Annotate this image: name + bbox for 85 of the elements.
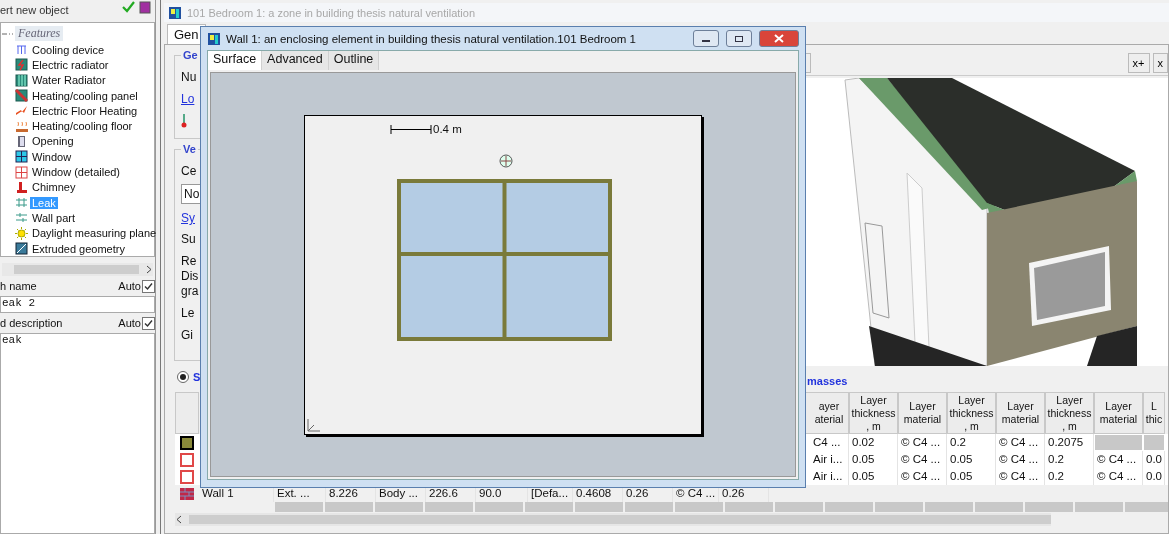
extrusion-icon [15,242,28,255]
tab[interactable]: Advanced [262,51,329,70]
tree-item[interactable]: Heating/cooling panel [30,89,140,102]
tree-item[interactable]: Water Radiator [30,74,108,87]
tab[interactable]: Surface [208,51,263,70]
tree-item[interactable]: Chimney [30,181,78,194]
toolbar-button[interactable]: x+ [1127,53,1150,73]
column-header[interactable]: Layer material [898,392,947,434]
cooling-unit-icon [15,43,28,57]
link[interactable]: masses [807,375,848,387]
tree-item[interactable]: Window (detailed) [30,166,123,178]
field-label: d description [0,317,63,330]
window-title: 101 Bedroom 1: a zone in building thesis natural ventilation [187,6,476,19]
group-title: Ve [182,143,197,155]
tree-item[interactable]: Heating/cooling floor [30,120,135,133]
tree-item[interactable]: Window [30,150,74,163]
tree-group-label[interactable]: Features [15,26,64,41]
radio-label: S [193,371,201,383]
scale-label: 0.4 m [433,123,462,135]
horizontal-scrollbar[interactable] [2,263,153,277]
tab[interactable]: Gen [167,24,206,44]
window-icon [15,165,28,179]
building-icon [207,31,221,46]
window-icon [15,150,28,164]
column-header[interactable]: Layer thickness , m [849,392,898,434]
object-icon [139,0,151,14]
dialog-title: Wall 1: an enclosing element in building thesis natural ventilation.101 Bedroom 1 [226,32,637,45]
tree-item[interactable]: Electric Floor Heating [30,104,140,117]
thermometer-icon [181,114,187,128]
tree-item[interactable]: Extruded geometry [30,242,127,255]
tree-item[interactable]: Daylight measuring plane [30,227,159,240]
leak-icon [15,196,28,210]
tree-item[interactable]: Wall part [30,211,77,224]
tree-item[interactable]: Electric radiator [30,58,111,71]
link[interactable]: Lo [181,92,195,106]
column-header[interactable]: Layer thickness , m [947,392,996,434]
auto-label: Auto [118,317,141,330]
radiator-icon [15,58,28,72]
group-title: Ge [182,49,199,61]
maximize-button[interactable] [726,30,752,47]
horizontal-scrollbar[interactable] [175,513,1051,526]
tab[interactable]: Outline [328,51,380,70]
maximize-icon [734,34,744,43]
form-label: Nu [181,70,197,85]
chevron-right-icon [145,265,153,275]
heat-waves-icon [15,119,28,133]
column-header[interactable]: Layer material [996,392,1045,434]
tree-item[interactable]: Opening [30,135,76,148]
building-icon [168,5,182,20]
wall-icon [180,487,194,500]
wall-part-icon [15,211,28,225]
radio-button[interactable] [177,371,189,383]
scale-bar-icon [390,125,432,134]
description-field[interactable]: eak [0,333,155,534]
tree-item[interactable]: Cooling device [30,43,107,56]
form-label: Le [181,306,195,321]
form-label: gra [181,284,199,299]
door-icon [15,134,28,148]
minimize-button[interactable] [693,30,719,47]
chimney-icon [15,180,28,194]
toolbar-button[interactable]: x [1152,53,1168,73]
form-label: Re [181,254,197,269]
column-header[interactable]: Layer thickness , m [1045,392,1094,434]
check-icon [121,0,135,14]
panel-icon [15,89,28,103]
name-field[interactable]: eak 2 [0,296,155,314]
form-label: Su [181,232,196,247]
form-label: Dis [181,269,199,284]
sun-icon [15,226,28,240]
form-label: Gi [181,328,193,343]
panel-title: ert new object [0,4,70,16]
auto-checkbox[interactable] [142,316,155,330]
field-label: h name [0,280,37,293]
auto-checkbox[interactable] [142,279,155,293]
chevron-left-icon [175,515,183,524]
link[interactable]: Sy [181,211,195,225]
target-icon [499,154,513,168]
form-label: Ce [181,164,197,179]
column-header[interactable]: L thic [1143,392,1165,434]
close-icon [774,34,784,43]
axis-corner-icon [306,417,322,433]
auto-label: Auto [118,280,141,293]
radiator-icon [15,73,28,87]
column-header[interactable]: Layer material [1094,392,1143,434]
close-button[interactable] [759,30,799,47]
